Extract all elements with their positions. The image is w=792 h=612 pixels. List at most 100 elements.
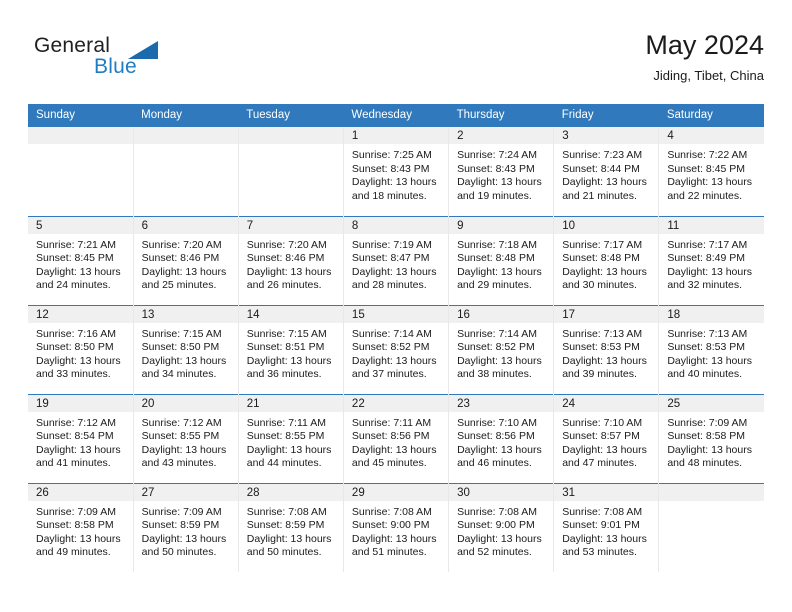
calendar-day-cell[interactable]: 22 Sunrise: 7:11 AM Sunset: 8:56 PM Dayligh…	[343, 393, 450, 483]
daylight-duration-line1: Daylight: 13 hours	[562, 265, 647, 278]
daylight-duration-line1: Daylight: 13 hours	[562, 532, 647, 545]
calendar-day-cell[interactable]: 12 Sunrise: 7:16 AM Sunset: 8:50 PM Dayligh…	[28, 304, 134, 394]
sunrise-time: Sunrise: 7:20 AM	[141, 238, 222, 251]
calendar-day-cell[interactable]: 29 Sunrise: 7:08 AM Sunset: 9:00 PM Dayligh…	[343, 482, 450, 572]
daylight-duration-line2: and 50 minutes.	[246, 546, 322, 559]
day-number: 7	[238, 216, 343, 234]
daylight-duration-line1: Daylight: 13 hours	[457, 265, 542, 278]
daylight-duration-line2: and 39 minutes.	[562, 368, 637, 381]
calendar-day-cell[interactable]: 17 Sunrise: 7:13 AM Sunset: 8:53 PM Dayligh…	[553, 304, 660, 394]
calendar-day-cell[interactable]: 1 Sunrise: 7:25 AM Sunset: 8:43 PM Daylight…	[343, 127, 450, 216]
calendar-day-cell[interactable]: 16 Sunrise: 7:14 AM Sunset: 8:52 PM Dayligh…	[448, 304, 555, 394]
day-sun-info: Sunrise: 7:10 AM Sunset: 8:56 PM Daylight:…	[449, 412, 553, 471]
daylight-duration-line1: Daylight: 13 hours	[457, 176, 542, 189]
day-sun-info: Sunrise: 7:14 AM Sunset: 8:52 PM Daylight:…	[344, 323, 448, 382]
sunset-time: Sunset: 8:55 PM	[141, 430, 220, 443]
calendar-day-cell[interactable]: 31 Sunrise: 7:08 AM Sunset: 9:01 PM Dayligh…	[553, 482, 660, 572]
sunset-time: Sunset: 8:58 PM	[667, 430, 745, 443]
calendar-day-cell[interactable]: 21 Sunrise: 7:11 AM Sunset: 8:55 PM Dayligh…	[238, 393, 344, 483]
day-number	[133, 127, 238, 144]
calendar-day-cell[interactable]: 2 Sunrise: 7:24 AM Sunset: 8:43 PM Daylight…	[448, 127, 555, 216]
calendar-day-cell[interactable]: 27 Sunrise: 7:09 AM Sunset: 8:59 PM Dayligh…	[133, 482, 239, 572]
sunrise-time: Sunrise: 7:16 AM	[36, 327, 116, 340]
daylight-duration-line2: and 53 minutes.	[562, 546, 637, 559]
daylight-duration-line1: Daylight: 13 hours	[36, 354, 121, 367]
calendar-day-cell[interactable]: 4 Sunrise: 7:22 AM Sunset: 8:45 PM Daylight…	[658, 127, 764, 216]
sunset-time: Sunset: 8:58 PM	[36, 519, 114, 532]
sunrise-time: Sunrise: 7:23 AM	[562, 149, 643, 161]
calendar-day-cell[interactable]: 30 Sunrise: 7:08 AM Sunset: 9:00 PM Dayligh…	[448, 482, 555, 572]
sunrise-time: Sunrise: 7:14 AM	[457, 327, 538, 340]
calendar-day-cell[interactable]: 24 Sunrise: 7:10 AM Sunset: 8:57 PM Dayligh…	[553, 393, 660, 483]
calendar-day-cell[interactable]: 5 Sunrise: 7:21 AM Sunset: 8:45 PM Daylight…	[28, 215, 134, 305]
day-sun-info: Sunrise: 7:17 AM Sunset: 8:49 PM Daylight:…	[659, 234, 764, 293]
day-number: 31	[554, 483, 659, 501]
calendar-day-cell[interactable]: 3 Sunrise: 7:23 AM Sunset: 8:44 PM Daylight…	[553, 127, 660, 216]
title-block: May 2024 Jiding, Tibet, China	[645, 28, 764, 86]
weekday-header-tuesday: Tuesday	[238, 104, 344, 127]
daylight-duration-line1: Daylight: 13 hours	[457, 532, 542, 545]
calendar-day-cell[interactable]: 8 Sunrise: 7:19 AM Sunset: 8:47 PM Daylight…	[343, 215, 450, 305]
calendar-cell-empty	[238, 127, 344, 216]
daylight-duration-line1: Daylight: 13 hours	[246, 443, 332, 456]
sunrise-time: Sunrise: 7:13 AM	[667, 327, 748, 340]
daylight-duration-line2: and 51 minutes.	[351, 546, 427, 559]
calendar-day-cell[interactable]: 7 Sunrise: 7:20 AM Sunset: 8:46 PM Daylight…	[238, 215, 344, 305]
daylight-duration-line1: Daylight: 13 hours	[667, 354, 752, 367]
daylight-duration-line1: Daylight: 13 hours	[141, 532, 227, 545]
calendar-day-cell[interactable]: 18 Sunrise: 7:13 AM Sunset: 8:53 PM Dayligh…	[658, 304, 764, 394]
day-sun-info: Sunrise: 7:13 AM Sunset: 8:53 PM Daylight:…	[554, 323, 658, 382]
sunset-time: Sunset: 8:59 PM	[141, 519, 220, 532]
day-number	[659, 483, 764, 501]
calendar-day-cell[interactable]: 9 Sunrise: 7:18 AM Sunset: 8:48 PM Daylight…	[448, 215, 555, 305]
day-sun-info: Sunrise: 7:09 AM Sunset: 8:58 PM Daylight:…	[28, 501, 133, 560]
day-number: 2	[449, 127, 554, 144]
sunrise-time: Sunrise: 7:19 AM	[351, 238, 432, 251]
page-title: May 2024	[645, 30, 764, 60]
day-sun-info: Sunrise: 7:09 AM Sunset: 8:58 PM Daylight:…	[659, 412, 764, 471]
calendar-day-cell[interactable]: 10 Sunrise: 7:17 AM Sunset: 8:48 PM Dayligh…	[553, 215, 660, 305]
calendar-day-cell[interactable]: 23 Sunrise: 7:10 AM Sunset: 8:56 PM Dayligh…	[448, 393, 555, 483]
calendar-cell-empty	[28, 127, 134, 216]
daylight-duration-line2: and 29 minutes.	[457, 279, 532, 292]
calendar-day-cell[interactable]: 20 Sunrise: 7:12 AM Sunset: 8:55 PM Dayligh…	[133, 393, 239, 483]
calendar-day-cell[interactable]: 13 Sunrise: 7:15 AM Sunset: 8:50 PM Dayligh…	[133, 304, 239, 394]
day-sun-info: Sunrise: 7:25 AM Sunset: 8:43 PM Daylight:…	[344, 144, 448, 203]
day-sun-info: Sunrise: 7:09 AM Sunset: 8:59 PM Daylight:…	[134, 501, 238, 560]
sunset-time: Sunset: 8:56 PM	[457, 430, 535, 443]
day-number: 1	[343, 127, 449, 144]
calendar-day-cell[interactable]: 25 Sunrise: 7:09 AM Sunset: 8:58 PM Dayligh…	[658, 393, 764, 483]
daylight-duration-line1: Daylight: 13 hours	[562, 354, 647, 367]
daylight-duration-line1: Daylight: 13 hours	[36, 443, 121, 456]
calendar-day-cell[interactable]: 6 Sunrise: 7:20 AM Sunset: 8:46 PM Daylight…	[133, 215, 239, 305]
day-number: 10	[554, 216, 659, 234]
daylight-duration-line1: Daylight: 13 hours	[562, 443, 647, 456]
brand-logo[interactable]: General Blue	[34, 34, 214, 90]
sunset-time: Sunset: 8:46 PM	[141, 252, 220, 265]
daylight-duration-line2: and 34 minutes.	[141, 368, 217, 381]
calendar-day-cell[interactable]: 14 Sunrise: 7:15 AM Sunset: 8:51 PM Dayligh…	[238, 304, 344, 394]
daylight-duration-line2: and 32 minutes.	[667, 279, 743, 292]
day-number: 29	[343, 483, 449, 501]
day-sun-info: Sunrise: 7:08 AM Sunset: 9:00 PM Daylight:…	[449, 501, 553, 560]
calendar-day-cell[interactable]: 15 Sunrise: 7:14 AM Sunset: 8:52 PM Dayligh…	[343, 304, 450, 394]
calendar-day-cell[interactable]: 28 Sunrise: 7:08 AM Sunset: 8:59 PM Dayligh…	[238, 482, 344, 572]
calendar-cell-empty	[133, 127, 239, 216]
sunrise-time: Sunrise: 7:11 AM	[351, 416, 432, 429]
day-number: 28	[238, 483, 343, 501]
daylight-duration-line1: Daylight: 13 hours	[667, 176, 752, 189]
day-sun-info: Sunrise: 7:21 AM Sunset: 8:45 PM Daylight:…	[28, 234, 133, 293]
day-sun-info: Sunrise: 7:11 AM Sunset: 8:56 PM Daylight:…	[344, 412, 448, 471]
day-sun-info: Sunrise: 7:08 AM Sunset: 8:59 PM Daylight:…	[239, 501, 343, 560]
daylight-duration-line2: and 30 minutes.	[562, 279, 637, 292]
calendar-day-cell[interactable]: 26 Sunrise: 7:09 AM Sunset: 8:58 PM Dayligh…	[28, 482, 134, 572]
sunset-time: Sunset: 8:53 PM	[667, 341, 745, 354]
day-sun-info: Sunrise: 7:11 AM Sunset: 8:55 PM Daylight:…	[239, 412, 343, 471]
calendar-day-cell[interactable]: 11 Sunrise: 7:17 AM Sunset: 8:49 PM Dayligh…	[658, 215, 764, 305]
sunset-time: Sunset: 8:57 PM	[562, 430, 640, 443]
calendar-day-cell[interactable]: 19 Sunrise: 7:12 AM Sunset: 8:54 PM Dayligh…	[28, 393, 134, 483]
calendar-week-row: 1 Sunrise: 7:25 AM Sunset: 8:43 PM Daylight…	[28, 127, 764, 216]
day-sun-info: Sunrise: 7:24 AM Sunset: 8:43 PM Daylight:…	[449, 144, 553, 203]
sunset-time: Sunset: 9:01 PM	[562, 519, 640, 532]
daylight-duration-line2: and 46 minutes.	[457, 457, 532, 470]
